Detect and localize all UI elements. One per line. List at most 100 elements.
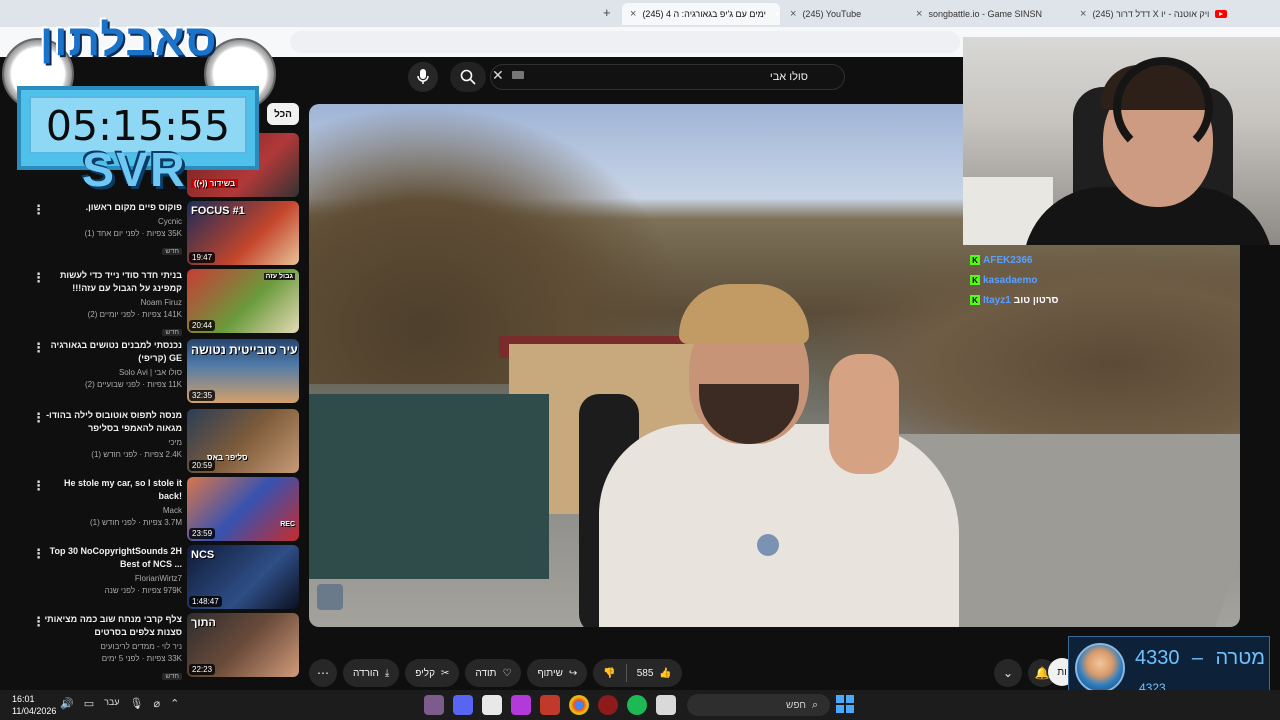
duration-badge: 19:47 [189, 252, 216, 263]
channel-name[interactable]: Noam Firuz [44, 297, 182, 309]
chrome-icon[interactable] [569, 695, 589, 715]
video-thumbnail[interactable]: עיר סובייטית נטושה 32:35 [187, 339, 299, 403]
file-explorer-icon[interactable] [656, 695, 676, 715]
tab-active[interactable]: × (245) 4 ימים עם ג'יפ בגאורגיה: ה [622, 3, 780, 25]
share-icon: ↪ [568, 667, 578, 679]
keyboard-icon[interactable] [512, 71, 524, 79]
volume-icon[interactable]: 🔊 [60, 697, 74, 710]
channel-name[interactable]: סולו אבי | Solo Avi [44, 367, 182, 379]
video-title[interactable]: פוקוס פיים מקום ראשון. [44, 201, 182, 214]
windows-start-icon[interactable] [836, 695, 854, 713]
video-thumbnail[interactable]: REC 23:59 [187, 477, 299, 541]
video-title[interactable]: מנסה לתפוס אוטובוס לילה בהודו- מגאוה להא… [44, 409, 182, 435]
close-tab-icon[interactable]: × [1080, 8, 1086, 20]
video-thumbnail[interactable]: גבול עזה 20:44 [187, 269, 299, 333]
chat-message: K Itayz1 סרטון טוב [970, 290, 1090, 310]
tab-2[interactable]: × songbattle.io - Game SINSN [908, 3, 1068, 25]
channel-name[interactable]: FlorianWirtz7 [44, 573, 182, 585]
search-input[interactable]: סולו אבי [490, 64, 845, 90]
subscribe-options-icon[interactable]: ⌄ [994, 659, 1022, 687]
kick-icon: K [970, 275, 980, 285]
tab-1[interactable]: × (245) דדל דרור X ויק אוטנה - יו [1072, 3, 1280, 25]
app-icon[interactable] [540, 695, 560, 715]
video-stats: 3.7M צפיות · לפני חודש (1) [89, 518, 182, 527]
scissors-icon: ✂ [440, 667, 450, 679]
webcam-feed [963, 37, 1280, 245]
video-meta: בניתי חדר סודי נייד כדי לעשות קמפינג על … [44, 269, 182, 339]
list-item[interactable]: ⋮ פוקוס פיים מקום ראשון. Cycnic 35K צפיו… [24, 201, 300, 269]
app-icon[interactable] [482, 695, 502, 715]
taskbar-search[interactable]: חפש [687, 694, 830, 716]
system-clock[interactable]: 16:01 11/04/2026 [12, 693, 56, 717]
video-actions: ⋯ הורדה ⤓ קליפ ✂ תודה ♡ שיתוף ↪ 👎 585 👍 [309, 658, 682, 688]
peace-sign-hand [829, 354, 899, 474]
discord-icon[interactable] [453, 695, 473, 715]
dislike-icon[interactable]: 👎 [593, 668, 625, 679]
new-tab-icon[interactable]: + [603, 5, 611, 20]
video-meta: He stole my car, so I stole it back! Mac… [44, 477, 182, 529]
list-item[interactable]: ⋮ Top 30 NoCopyrightSounds 2H Best of NC… [24, 545, 300, 613]
list-item[interactable]: ⋮ He stole my car, so I stole it back! M… [24, 477, 300, 545]
search-button[interactable] [450, 62, 486, 92]
clear-search-icon[interactable]: ✕ [492, 67, 504, 84]
clip-button[interactable]: קליפ ✂ [405, 659, 460, 687]
video-meta: צלף קרבי מנתח שוב כמה מציאותי סצנות צלפי… [44, 613, 182, 683]
channel-name[interactable]: ניר לוי - ממדים לריבועים [44, 641, 182, 653]
video-title[interactable]: בניתי חדר סודי נייד כדי לעשות קמפינג על … [44, 269, 182, 295]
display-icon[interactable]: ▭ [84, 697, 94, 710]
voice-search-button[interactable] [408, 62, 438, 92]
channel-name[interactable]: Mack [44, 505, 182, 517]
new-badge: חדש [162, 248, 182, 255]
video-stats: 979K צפיות · לפני שנה [104, 586, 182, 595]
like-button[interactable]: 585 👍 [627, 668, 682, 679]
video-thumbnail[interactable]: #1 FOCUS 19:47 [187, 201, 299, 265]
video-title[interactable]: He stole my car, so I stole it back! [44, 477, 182, 503]
taskbar: 16:01 11/04/2026 🔊 ▭ עבר 🎙 ⌀ ⌃ חפש ⌕ [0, 690, 1280, 720]
vlogger-figure [579, 264, 1009, 627]
video-thumbnail[interactable]: התוך 22:23 [187, 613, 299, 677]
channel-name[interactable]: מיכי [44, 437, 182, 449]
youtube-favicon-icon [1215, 10, 1228, 18]
download-button[interactable]: הורדה ⤓ [343, 659, 400, 687]
duration-badge: 1:48:47 [189, 596, 222, 607]
video-title[interactable]: נכנסתי למבנים נטושים בגאורגיה GE (קריפי) [44, 339, 182, 365]
subscription-actions: ⌄ 🔔 [994, 658, 1056, 688]
app-icon[interactable] [424, 695, 444, 715]
more-actions-button[interactable]: ⋯ [309, 659, 337, 687]
input-language[interactable]: עבר [104, 697, 119, 710]
thumbnail-caption: התוך [191, 617, 216, 629]
lapel-mic [757, 534, 779, 556]
video-thumbnail[interactable]: NCS 1:48:47 [187, 545, 299, 609]
kick-icon: K [970, 255, 980, 265]
close-tab-icon[interactable]: × [630, 8, 636, 20]
microphone-icon [417, 69, 429, 84]
video-title[interactable]: צלף קרבי מנתח שוב כמה מציאותי סצנות צלפי… [44, 613, 182, 639]
headphones-icon [1113, 57, 1213, 157]
close-tab-icon[interactable]: × [790, 8, 796, 20]
tab-3[interactable]: × (245) YouTube [782, 3, 906, 25]
list-item[interactable]: ⋮ נכנסתי למבנים נטושים בגאורגיה GE (קריפ… [24, 339, 300, 407]
share-button[interactable]: שיתוף ↪ [527, 659, 588, 687]
video-title[interactable]: Top 30 NoCopyrightSounds 2H Best of NCS … [44, 545, 182, 571]
app-icon[interactable] [511, 695, 531, 715]
close-tab-icon[interactable]: × [916, 8, 922, 20]
channel-watermark[interactable] [317, 584, 343, 610]
app-icon[interactable] [598, 695, 618, 715]
list-item[interactable]: ⋮ מנסה לתפוס אוטובוס לילה בהודו- מגאוה ל… [24, 409, 300, 477]
taskbar-search-placeholder: חפש [786, 699, 806, 711]
channel-name[interactable]: Cycnic [44, 216, 182, 228]
mic-tray-icon[interactable]: 🎙 [130, 697, 144, 710]
goal-avatar [1075, 643, 1125, 693]
url-field[interactable] [290, 31, 960, 53]
thanks-button[interactable]: תודה ♡ [465, 659, 522, 687]
list-item[interactable]: ⋮ בניתי חדר סודי נייד כדי לעשות קמפינג ע… [24, 269, 300, 337]
video-thumbnail[interactable]: סליפר באס 20:59 [187, 409, 299, 473]
spotify-icon[interactable] [627, 695, 647, 715]
chevron-up-icon[interactable]: ⌃ [170, 697, 179, 710]
svr-tag: SVR [82, 144, 187, 197]
network-icon[interactable]: ⌀ [154, 697, 161, 710]
list-item[interactable]: ⋮ צלף קרבי מנתח שוב כמה מציאותי סצנות צל… [24, 613, 300, 681]
chip-all[interactable]: הכל [267, 103, 299, 125]
thumbnail-caption: REC [280, 521, 295, 528]
thumbnail-caption: גבול עזה [263, 273, 295, 280]
